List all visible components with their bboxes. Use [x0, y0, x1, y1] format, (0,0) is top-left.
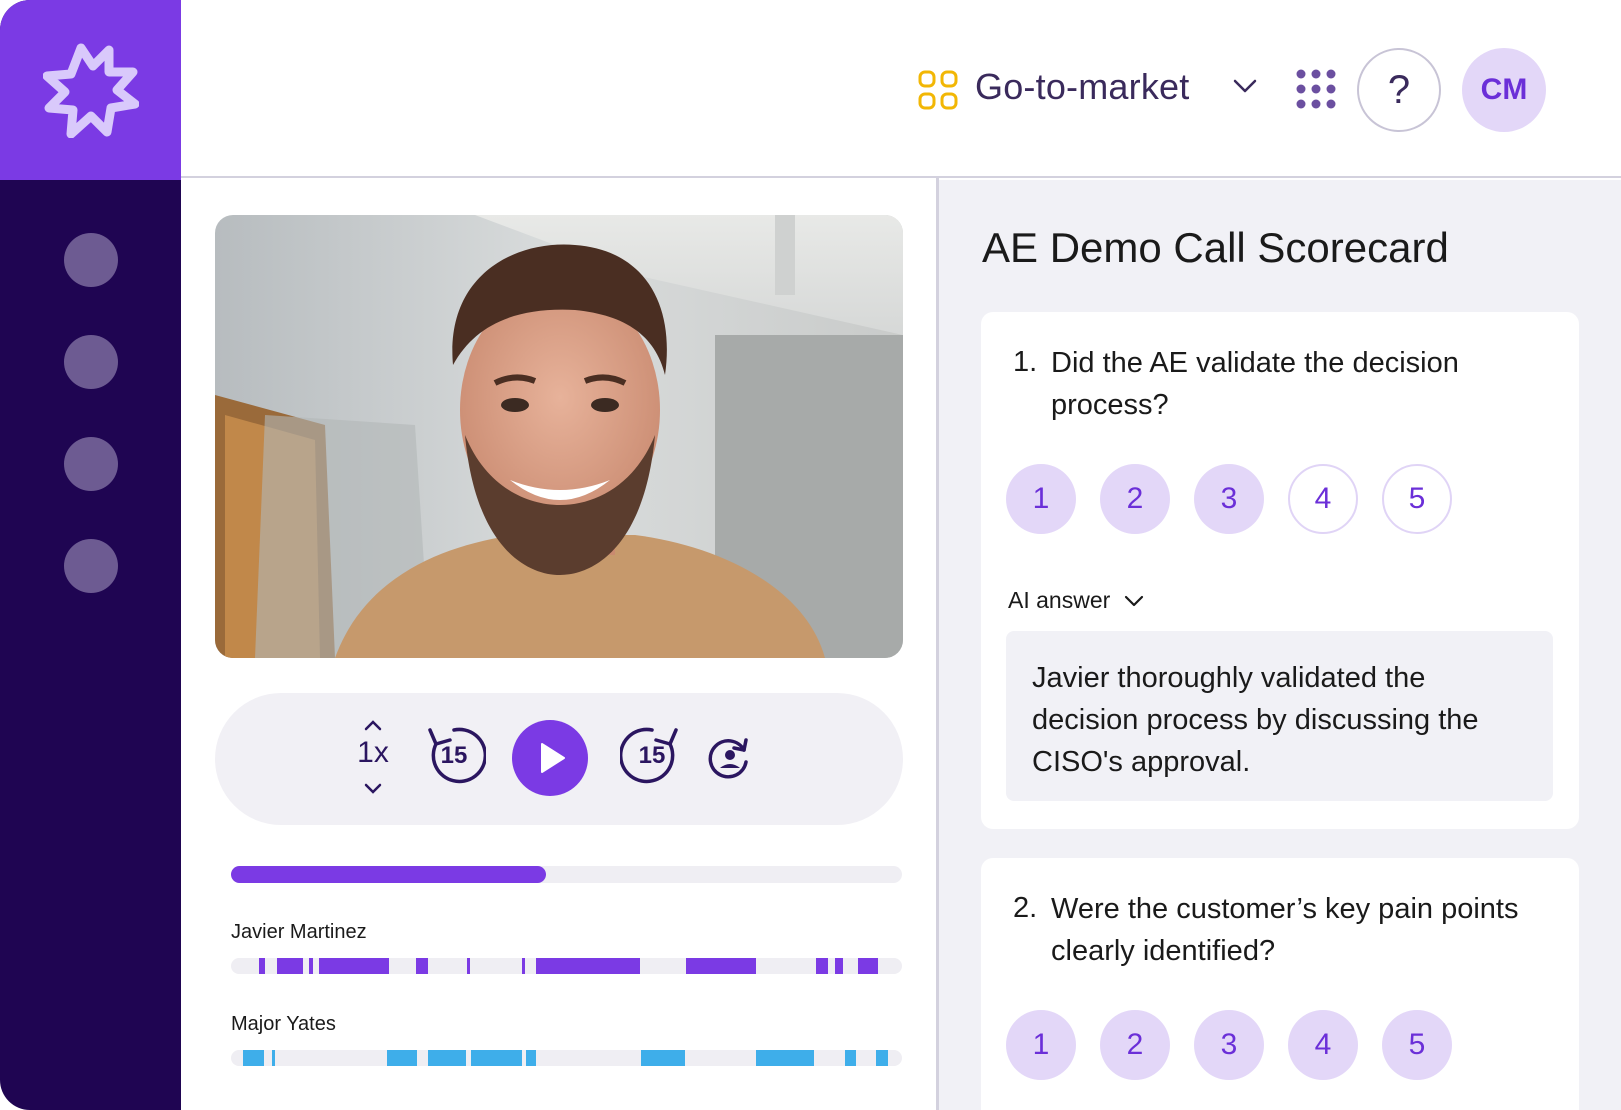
question-card-2: 2. Were the customer’s key pain points c… [981, 858, 1579, 1110]
talk-segment [467, 958, 470, 974]
scorecard-title: AE Demo Call Scorecard [982, 224, 1449, 271]
talk-segment [845, 1050, 856, 1066]
talk-segment [756, 1050, 814, 1066]
burst-logo-icon [42, 43, 139, 138]
jump-to-speaker-button[interactable] [708, 736, 752, 780]
question-card-1: 1. Did the AE validate the decision proc… [981, 312, 1579, 829]
question-text: Were the customer’s key pain points clea… [1051, 893, 1519, 967]
video-player[interactable] [215, 215, 903, 658]
talk-segment [319, 958, 389, 974]
talk-segment [309, 958, 313, 974]
talk-segment [416, 958, 428, 974]
question-number: 1. [1013, 346, 1038, 378]
question-number: 2. [1013, 892, 1038, 924]
talk-segment [835, 958, 843, 974]
question-text: Did the AE validate the decision process… [1051, 347, 1459, 421]
rating-option[interactable]: 5 [1382, 1010, 1452, 1080]
help-button[interactable]: ? [1357, 48, 1441, 132]
talk-segment [387, 1050, 417, 1066]
talk-segment [522, 958, 525, 974]
talk-segment [243, 1050, 264, 1066]
talk-segment [272, 1050, 275, 1066]
talk-segment [536, 958, 640, 974]
progress-fill [231, 866, 547, 883]
chevron-down-icon [1125, 595, 1144, 606]
nav-item-4[interactable] [64, 539, 118, 593]
talk-segment [641, 1050, 685, 1066]
speaker-timeline-javier[interactable] [231, 958, 902, 974]
play-button[interactable] [512, 720, 588, 796]
rating-option[interactable]: 3 [1194, 1010, 1264, 1080]
app-frame: Go-to-market ? CM 1x 15 15 Javier Martin… [0, 0, 1621, 1110]
user-avatar[interactable]: CM [1462, 48, 1546, 132]
rating-option[interactable]: 2 [1100, 464, 1170, 534]
ai-answer-label: AI answer [1008, 587, 1111, 613]
play-icon [541, 743, 565, 773]
speaker-loop-icon [708, 738, 748, 779]
talk-segment [259, 958, 265, 974]
sidebar [0, 0, 181, 1110]
talk-segment [876, 1050, 888, 1066]
rating-option[interactable]: 2 [1100, 1010, 1170, 1080]
talk-segment [816, 958, 828, 974]
rating-option[interactable]: 3 [1194, 464, 1264, 534]
talk-segment [526, 1050, 536, 1066]
workspace-grid-icon [918, 70, 958, 110]
speaker-name: Javier Martinez [231, 921, 367, 943]
speed-label: 1x [357, 736, 389, 769]
forward-label: 15 [638, 742, 666, 769]
avatar-initials: CM [1480, 73, 1528, 106]
talk-segment [428, 1050, 466, 1066]
talk-segment [686, 958, 756, 974]
talk-segment [858, 958, 878, 974]
rating-option[interactable]: 1 [1006, 464, 1076, 534]
speaker-name: Major Yates [231, 1013, 336, 1035]
chevron-down-icon [364, 783, 382, 794]
rating-option[interactable]: 5 [1382, 464, 1452, 534]
talk-segment [471, 1050, 522, 1066]
rewind-15-button[interactable]: 15 [422, 724, 486, 788]
rewind-label: 15 [440, 742, 468, 769]
ai-answer-text: Javier thoroughly validated the decision… [1006, 631, 1553, 801]
nav-item-2[interactable] [64, 335, 118, 389]
workspace-selector[interactable]: Go-to-market [975, 66, 1189, 108]
nav-item-1[interactable] [64, 233, 118, 287]
rating-option[interactable]: 1 [1006, 1010, 1076, 1080]
app-logo[interactable] [0, 0, 181, 180]
speed-control[interactable]: 1x [352, 718, 394, 800]
chevron-down-icon[interactable] [1233, 78, 1257, 94]
ai-answer-toggle[interactable]: AI answer [1008, 587, 1144, 614]
speaker-timeline-major[interactable] [231, 1050, 902, 1066]
forward-15-button[interactable]: 15 [620, 724, 684, 788]
rating-option[interactable]: 4 [1288, 1010, 1358, 1080]
rating-option[interactable]: 4 [1288, 464, 1358, 534]
playback-progress[interactable] [231, 866, 902, 883]
apps-grid-icon[interactable] [1296, 69, 1336, 109]
help-label: ? [1387, 67, 1411, 112]
nav-item-3[interactable] [64, 437, 118, 491]
talk-segment [277, 958, 303, 974]
chevron-up-icon [364, 720, 382, 731]
video-frame-image [215, 215, 903, 658]
